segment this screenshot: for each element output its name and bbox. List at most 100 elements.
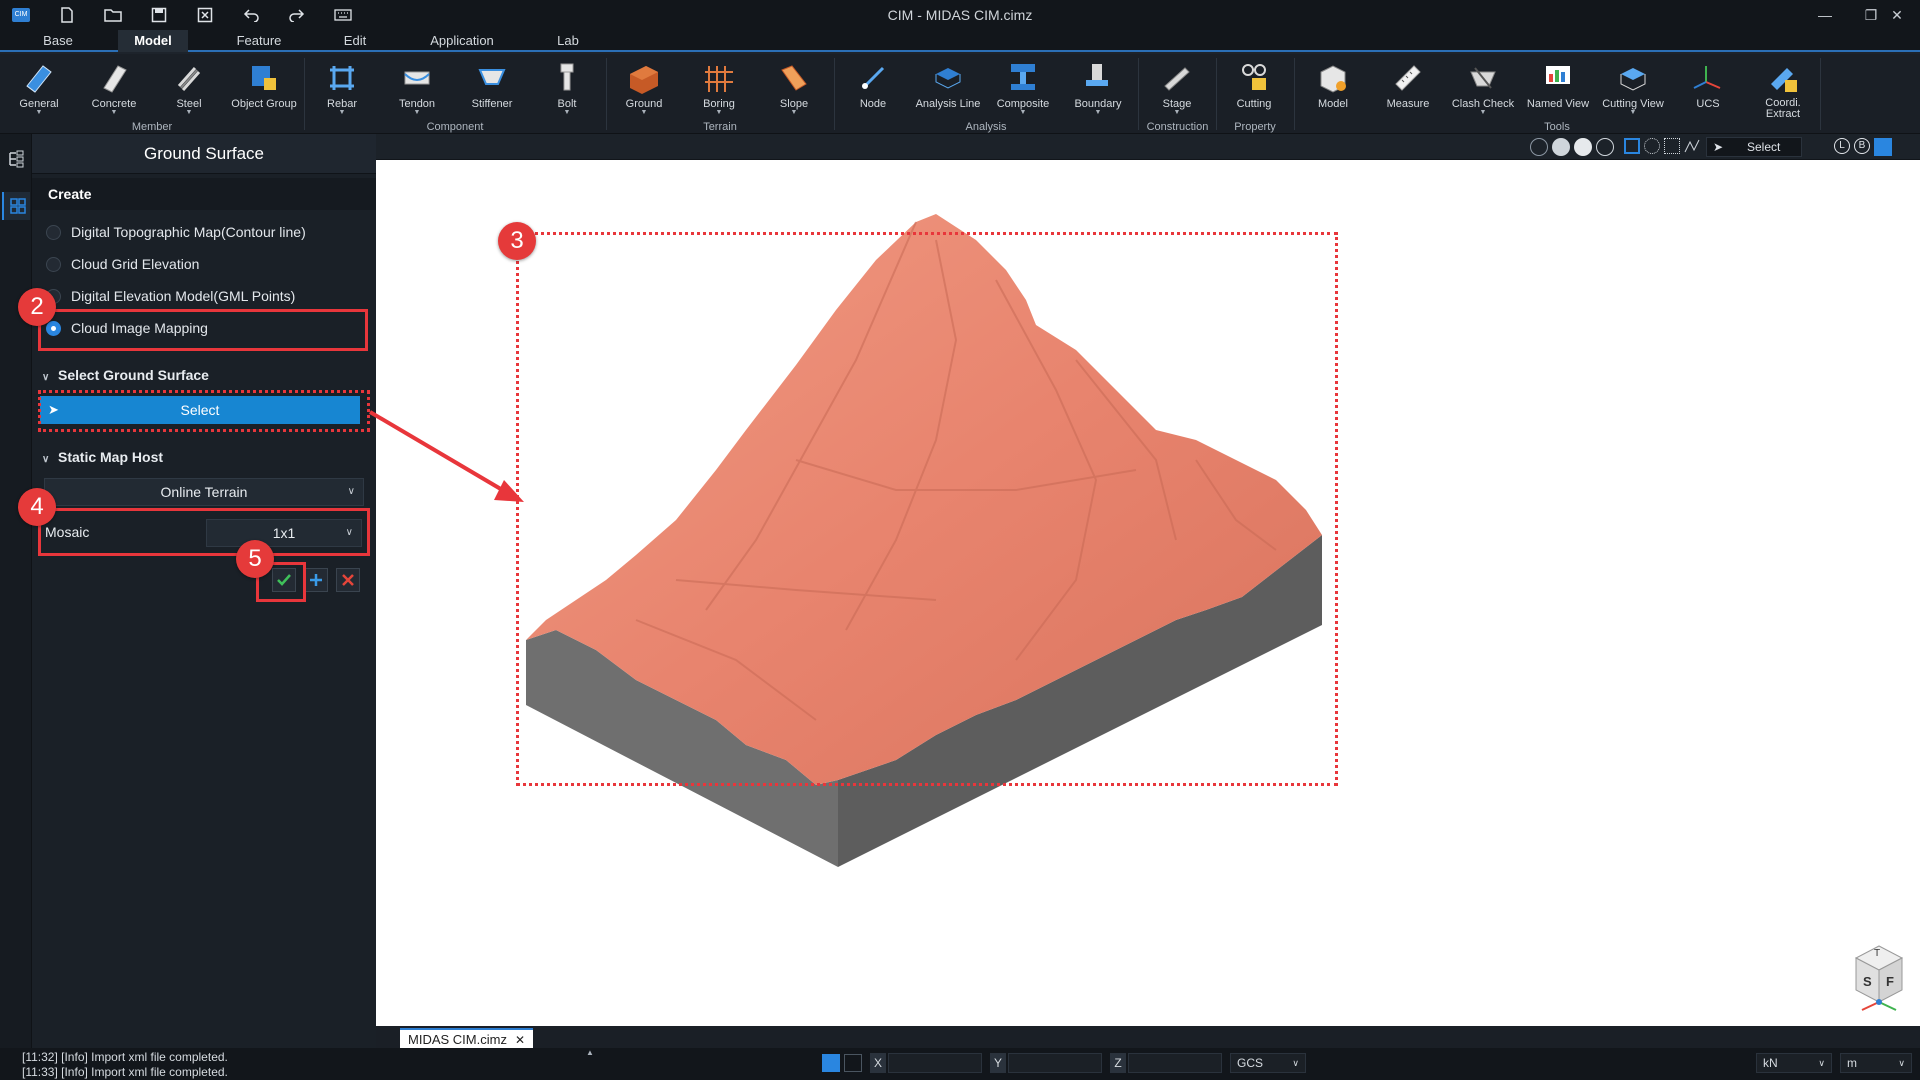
steel-icon [177,67,201,91]
view-cube-top[interactable]: T [1874,948,1880,959]
settings-icon[interactable] [1874,138,1892,156]
close-icon[interactable]: ✕ [1874,0,1920,30]
node-button[interactable]: Node [836,58,910,120]
box-select-icon[interactable] [1624,138,1640,154]
ucs-button[interactable]: UCS [1671,58,1745,120]
angle-toggle-icon[interactable] [844,1054,862,1072]
group-terrain: Terrain [703,121,737,133]
polyline-select-icon[interactable] [1684,138,1700,154]
ucs-icon [1693,66,1721,89]
tab-edit[interactable]: Edit [335,30,375,52]
save-icon[interactable] [136,0,182,30]
coordinate-extract-button[interactable]: Coordi. Extract [1746,58,1820,124]
boring-button[interactable]: Boring ▼ [682,58,756,120]
title-bar: CIM CIM - MIDAS CIM.cimz — ❐ ✕ [0,0,1920,30]
concrete-button[interactable]: Concrete ▼ [77,58,151,120]
close-tab-icon[interactable]: ✕ [515,1033,525,1047]
perspective-icon[interactable] [1530,138,1548,156]
cursor-icon: ➤ [1713,140,1724,154]
steel-button[interactable]: Steel ▼ [152,58,226,120]
force-unit-dropdown[interactable]: kN ∨ [1756,1053,1832,1073]
coordinate-system-dropdown[interactable]: GCS ∨ [1230,1053,1306,1073]
stage-button[interactable]: Stage ▼ [1140,58,1214,120]
option-cloud-grid[interactable]: Cloud Grid Elevation [46,256,199,272]
snap-toggle-icon[interactable] [822,1054,840,1072]
tendon-button[interactable]: Tendon ▼ [380,58,454,120]
highlight-mosaic [38,508,370,556]
redo-icon[interactable] [274,0,320,30]
grid-panel-icon[interactable] [2,192,30,220]
option-dem-gml[interactable]: Digital Elevation Model(GML Points) [46,288,295,304]
y-coordinate-field[interactable] [1008,1053,1102,1073]
tendon-icon [404,71,430,85]
open-folder-icon[interactable] [90,0,136,30]
log-line: [11:32] [Info] Import xml file completed… [22,1050,228,1064]
tab-model[interactable]: Model [118,30,188,52]
snap-b-icon[interactable]: B [1854,138,1870,154]
add-button[interactable] [304,568,328,592]
ground-button[interactable]: Ground ▼ [607,58,681,120]
radio-button[interactable] [46,256,61,272]
tree-view-icon[interactable] [7,150,25,171]
node-icon [861,66,885,90]
select-mode-dropdown[interactable]: ➤ Select [1706,137,1802,157]
document-tab[interactable]: MIDAS CIM.cimz ✕ [400,1028,534,1048]
cutting-view-icon [1620,68,1646,91]
composite-button[interactable]: Composite ▼ [986,58,1060,120]
rebar-button[interactable]: Rebar ▼ [305,58,379,120]
length-unit-dropdown[interactable]: m ∨ [1840,1053,1912,1073]
tab-application[interactable]: Application [420,30,504,52]
static-map-host-header[interactable]: ∨ Static Map Host [42,449,163,465]
object-group-button[interactable]: Object Group [227,58,301,120]
option-contour-map[interactable]: Digital Topographic Map(Contour line) [46,224,306,240]
new-file-icon[interactable] [44,0,90,30]
stiffener-button[interactable]: Stiffener [455,58,529,120]
z-coordinate-field[interactable] [1128,1053,1222,1073]
slope-button[interactable]: Slope ▼ [757,58,831,120]
close-file-icon[interactable] [182,0,228,30]
circle-select-icon[interactable] [1644,138,1660,154]
general-button[interactable]: General ▼ [2,58,76,120]
view-cube-side[interactable]: S [1863,974,1872,989]
coordinate-system-value: GCS [1237,1056,1264,1070]
ribbon-separator [1820,58,1821,130]
model-label: Model [1318,98,1348,110]
select-ground-surface-header[interactable]: ∨ Select Ground Surface [42,367,209,383]
option-label: Digital Elevation Model(GML Points) [71,288,296,304]
analysis-line-button[interactable]: Analysis Line [911,58,985,120]
view-cube-front[interactable]: F [1886,974,1894,989]
undo-icon[interactable] [228,0,274,30]
map-host-dropdown[interactable]: Online Terrain ∨ [44,478,364,506]
object-group-label: Object Group [231,98,297,110]
window-select-icon[interactable] [1664,138,1680,154]
ucs-label: UCS [1696,98,1720,110]
coordinate-extract-label: Coordi. Extract [1765,97,1801,120]
snap-icon[interactable]: L [1834,138,1850,154]
menu-bar: Base Model Feature Edit Application Lab [0,30,1920,52]
bolt-button[interactable]: Bolt ▼ [530,58,604,120]
radio-button[interactable] [46,224,61,240]
model-button[interactable]: Model [1296,58,1370,120]
ground-surface-panel: Ground Surface Create Digital Topographi… [32,134,376,1048]
tab-base[interactable]: Base [30,30,86,52]
clash-check-button[interactable]: Clash Check ▼ [1446,58,1520,120]
chevron-down-icon: ∨ [42,372,50,383]
cutting-view-button[interactable]: Cutting View ▼ [1596,58,1670,120]
cancel-button[interactable] [336,568,360,592]
tab-feature[interactable]: Feature [228,30,290,52]
keyboard-icon[interactable] [320,0,366,30]
x-coordinate-field[interactable] [888,1053,982,1073]
cutting-button[interactable]: Cutting [1217,58,1291,120]
named-view-button[interactable]: Named View [1521,58,1595,120]
minimize-icon[interactable]: — [1802,0,1848,30]
boundary-button[interactable]: Boundary ▼ [1061,58,1135,120]
shaded-icon[interactable] [1552,138,1570,156]
ribbon-separator [1138,58,1139,130]
tab-lab[interactable]: Lab [550,30,586,52]
view-cube[interactable]: T S F [1852,942,1906,1012]
log-scrollbar[interactable]: ▲ [586,1048,594,1080]
shaded-edges-icon[interactable] [1574,138,1592,156]
wireframe-icon[interactable] [1596,138,1614,156]
object-group-icon [252,66,276,90]
measure-button[interactable]: Measure [1371,58,1445,120]
